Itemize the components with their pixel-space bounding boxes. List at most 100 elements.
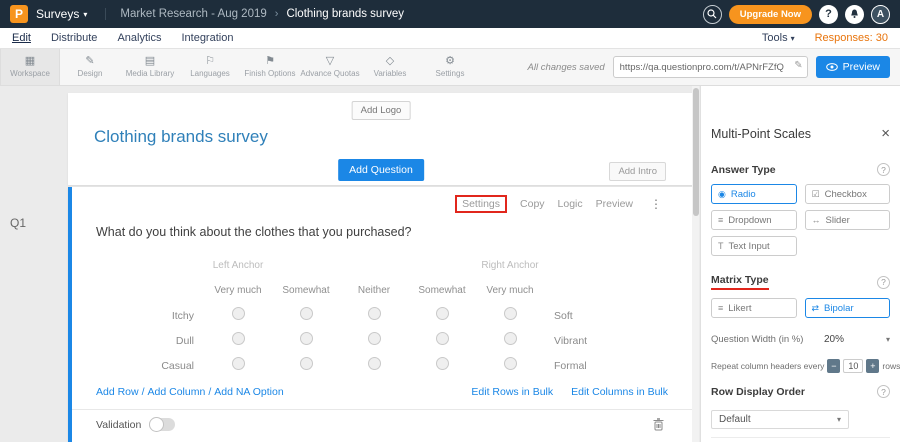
toolbar-item-finish-options[interactable]: ⚑ Finish Options xyxy=(240,49,300,85)
kebab-menu-icon[interactable]: ⋮ xyxy=(650,197,662,211)
answer-type-section: Answer Type ? xyxy=(711,163,890,176)
radio-button[interactable] xyxy=(504,332,517,345)
slider-icon: ↔ xyxy=(812,215,821,225)
radio-button[interactable] xyxy=(504,357,517,370)
matrix-column-header: Very much xyxy=(204,285,272,296)
question-copy-action[interactable]: Copy xyxy=(520,198,545,210)
toolbar-item-advance-quotas[interactable]: ▽ Advance Quotas xyxy=(300,49,360,85)
radio-button[interactable] xyxy=(436,332,449,345)
edit-url-pencil-icon[interactable]: ✎ xyxy=(794,60,802,71)
repeat-rows-input[interactable] xyxy=(843,359,863,373)
add-na-option-link[interactable]: Add NA Option xyxy=(214,386,283,398)
toggle-knob xyxy=(149,417,164,432)
checkbox-icon: ☑ xyxy=(812,189,820,200)
survey-title[interactable]: Clothing brands survey xyxy=(94,127,268,147)
matrix-type-buttons: ≡ Likert ⇄ Bipolar xyxy=(711,298,890,318)
scrollbar-thumb[interactable] xyxy=(693,88,699,216)
radio-button[interactable] xyxy=(436,357,449,370)
left-anchor-label: Left Anchor xyxy=(204,260,272,271)
question-logic-action[interactable]: Logic xyxy=(558,198,583,210)
toolbar-item-languages[interactable]: ⚐ Languages xyxy=(180,49,240,85)
question-width-value[interactable]: 20% xyxy=(824,334,844,345)
add-intro-button[interactable]: Add Intro xyxy=(609,162,666,181)
matrix-type-bipolar[interactable]: ⇄ Bipolar xyxy=(805,298,891,318)
add-logo-button[interactable]: Add Logo xyxy=(352,101,411,120)
close-icon[interactable]: × xyxy=(881,126,890,141)
radio-button[interactable] xyxy=(300,332,313,345)
stepper-minus-button[interactable]: − xyxy=(827,359,840,373)
chevron-down-icon: ▾ xyxy=(83,10,87,19)
question-preview-action[interactable]: Preview xyxy=(596,198,633,210)
surveys-dropdown[interactable]: Surveys ▾ xyxy=(36,7,87,21)
topbar: P Surveys ▾ Market Research - Aug 2019 ›… xyxy=(0,0,900,28)
chevron-down-icon[interactable]: ▾ xyxy=(886,335,890,344)
bipolar-icon: ⇄ xyxy=(812,303,820,314)
questionpro-logo[interactable]: P xyxy=(10,5,28,23)
toolbar-item-label: Media Library xyxy=(126,69,174,78)
responses-count[interactable]: Responses: 30 xyxy=(815,32,888,44)
row-display-order-select[interactable]: Default ▾ xyxy=(711,410,849,429)
radio-button[interactable] xyxy=(504,307,517,320)
matrix-row-right-label: Formal xyxy=(544,360,664,372)
upgrade-now-button[interactable]: Upgrade Now xyxy=(729,5,812,24)
answer-type-dropdown[interactable]: ≡ Dropdown xyxy=(711,210,797,230)
answer-type-checkbox[interactable]: ☑ Checkbox xyxy=(805,184,891,204)
survey-url-input[interactable] xyxy=(613,56,808,78)
menu-edit[interactable]: Edit xyxy=(12,32,31,44)
radio-button[interactable] xyxy=(232,357,245,370)
menu-integration[interactable]: Integration xyxy=(181,32,233,44)
edit-rows-bulk-link[interactable]: Edit Rows in Bulk xyxy=(471,386,553,398)
answer-type-buttons: ◉ Radio ☑ Checkbox ≡ Dropdown ↔ Slider T… xyxy=(711,184,890,256)
search-icon[interactable] xyxy=(703,5,722,24)
menu-distribute[interactable]: Distribute xyxy=(51,32,97,44)
radio-button[interactable] xyxy=(232,307,245,320)
radio-button[interactable] xyxy=(368,332,381,345)
edit-columns-bulk-link[interactable]: Edit Columns in Bulk xyxy=(571,386,668,398)
row-display-order-label: Row Display Order xyxy=(711,386,805,398)
radio-button[interactable] xyxy=(232,332,245,345)
radio-button[interactable] xyxy=(368,357,381,370)
radio-button[interactable] xyxy=(368,307,381,320)
canvas-scrollbar[interactable] xyxy=(692,86,699,442)
question-footer: Validation xyxy=(72,409,694,431)
matrix-cell xyxy=(204,332,272,350)
answer-type-text-input[interactable]: T Text Input xyxy=(711,236,797,256)
advance-quotas-funnel-icon: ▽ xyxy=(326,56,334,67)
toolbar-item-label: Design xyxy=(78,69,103,78)
notifications-bell-icon[interactable] xyxy=(845,5,864,24)
help-icon[interactable]: ? xyxy=(877,276,890,289)
matrix-type-likert[interactable]: ≡ Likert xyxy=(711,298,797,318)
help-icon[interactable]: ? xyxy=(819,5,838,24)
validation-toggle[interactable] xyxy=(149,418,175,431)
question-settings-action[interactable]: Settings xyxy=(455,195,507,213)
question-text[interactable]: What do you think about the clothes that… xyxy=(96,225,694,239)
answer-type-option-label: Text Input xyxy=(729,241,770,252)
help-icon[interactable]: ? xyxy=(877,163,890,176)
toolbar-item-label: Settings xyxy=(436,69,465,78)
preview-button[interactable]: Preview xyxy=(816,56,890,78)
radio-button[interactable] xyxy=(300,307,313,320)
user-avatar[interactable]: A xyxy=(871,5,890,24)
toolbar-item-variables[interactable]: ◇ Variables xyxy=(360,49,420,85)
stepper-plus-button[interactable]: + xyxy=(866,359,879,373)
tools-label: Tools xyxy=(762,32,788,44)
add-row-link[interactable]: Add Row xyxy=(96,386,139,398)
breadcrumb-folder[interactable]: Market Research - Aug 2019 xyxy=(120,8,266,20)
question-width-row: Question Width (in %) 20% ▾ xyxy=(711,334,890,345)
help-icon[interactable]: ? xyxy=(877,385,890,398)
delete-question-trash-icon[interactable] xyxy=(653,418,664,431)
toolbar-item-workspace[interactable]: ▦ Workspace xyxy=(0,49,60,85)
add-question-button[interactable]: Add Question xyxy=(338,159,424,181)
toolbar-item-design[interactable]: ✎ Design xyxy=(60,49,120,85)
tools-dropdown[interactable]: Tools ▾ xyxy=(762,32,795,44)
menu-analytics[interactable]: Analytics xyxy=(117,32,161,44)
matrix-column-header: Somewhat xyxy=(408,285,476,296)
toolbar-item-settings[interactable]: ⚙ Settings xyxy=(420,49,480,85)
toolbar-item-media-library[interactable]: ▤ Media Library xyxy=(120,49,180,85)
radio-button[interactable] xyxy=(300,357,313,370)
answer-type-radio[interactable]: ◉ Radio xyxy=(711,184,797,204)
radio-button[interactable] xyxy=(436,307,449,320)
add-column-link[interactable]: Add Column xyxy=(148,386,206,398)
surveys-label: Surveys xyxy=(36,7,79,21)
answer-type-slider[interactable]: ↔ Slider xyxy=(805,210,891,230)
